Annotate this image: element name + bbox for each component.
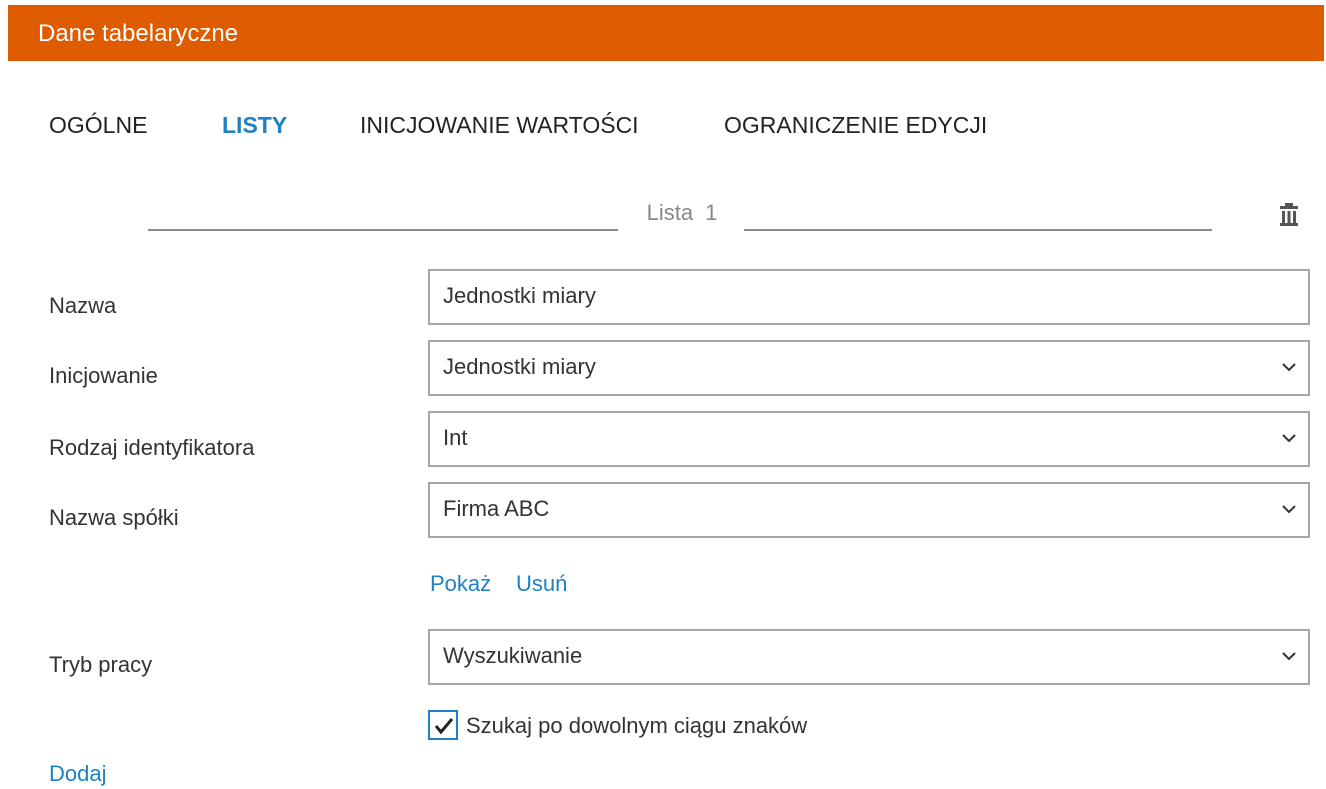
tryb-pracy-select[interactable]: Wyszukiwanie: [428, 629, 1310, 685]
chevron-down-icon: [1282, 363, 1296, 372]
tryb-pracy-label: Tryb pracy: [49, 652, 153, 677]
list-caption: Lista 1: [620, 197, 744, 229]
list-label: Lista: [646, 200, 694, 225]
add-link[interactable]: Dodaj: [49, 759, 106, 789]
nazwa-spolki-label: Nazwa spółki: [49, 505, 179, 530]
inicjowanie-label: Inicjowanie: [49, 363, 158, 388]
window-title: Dane tabelaryczne: [38, 20, 239, 47]
check-icon: [434, 718, 454, 735]
list-divider-left: [148, 229, 618, 231]
nazwa-spolki-value: Firma ABC: [443, 496, 550, 521]
search-any-checkbox[interactable]: [428, 710, 458, 740]
tryb-pracy-value: Wyszukiwanie: [443, 643, 583, 668]
inicjowanie-select[interactable]: Jednostki miary: [428, 340, 1310, 396]
tab-ogolne[interactable]: OGÓLNE: [49, 108, 147, 142]
nazwa-label: Nazwa: [49, 293, 117, 318]
chevron-down-icon: [1282, 652, 1296, 661]
list-divider-right: [744, 229, 1212, 231]
rodzaj-identyfikatora-select[interactable]: Int: [428, 411, 1310, 467]
chevron-down-icon: [1282, 434, 1296, 443]
inicjowanie-value: Jednostki miary: [443, 354, 596, 379]
nazwa-value: Jednostki miary: [443, 283, 596, 308]
remove-link[interactable]: Usuń: [516, 569, 567, 599]
chevron-down-icon: [1282, 505, 1296, 514]
list-number: 1: [705, 200, 718, 225]
nazwa-spolki-select[interactable]: Firma ABC: [428, 482, 1310, 538]
search-any-label: Szukaj po dowolnym ciągu znaków: [466, 713, 808, 738]
rodzaj-identyfikatora-label: Rodzaj identyfikatora: [49, 435, 255, 460]
show-link[interactable]: Pokaż: [430, 569, 491, 599]
title-bar: Dane tabelaryczne: [8, 5, 1324, 61]
trash-icon[interactable]: [1279, 201, 1299, 227]
tab-inicjowanie-wartosci[interactable]: INICJOWANIE WARTOŚCI: [360, 108, 639, 142]
tab-ograniczenie-edycji[interactable]: OGRANICZENIE EDYCJI: [724, 108, 987, 142]
nazwa-input[interactable]: Jednostki miary: [428, 269, 1310, 325]
rodzaj-identyfikatora-value: Int: [443, 425, 468, 450]
tab-listy[interactable]: LISTY: [222, 108, 287, 142]
